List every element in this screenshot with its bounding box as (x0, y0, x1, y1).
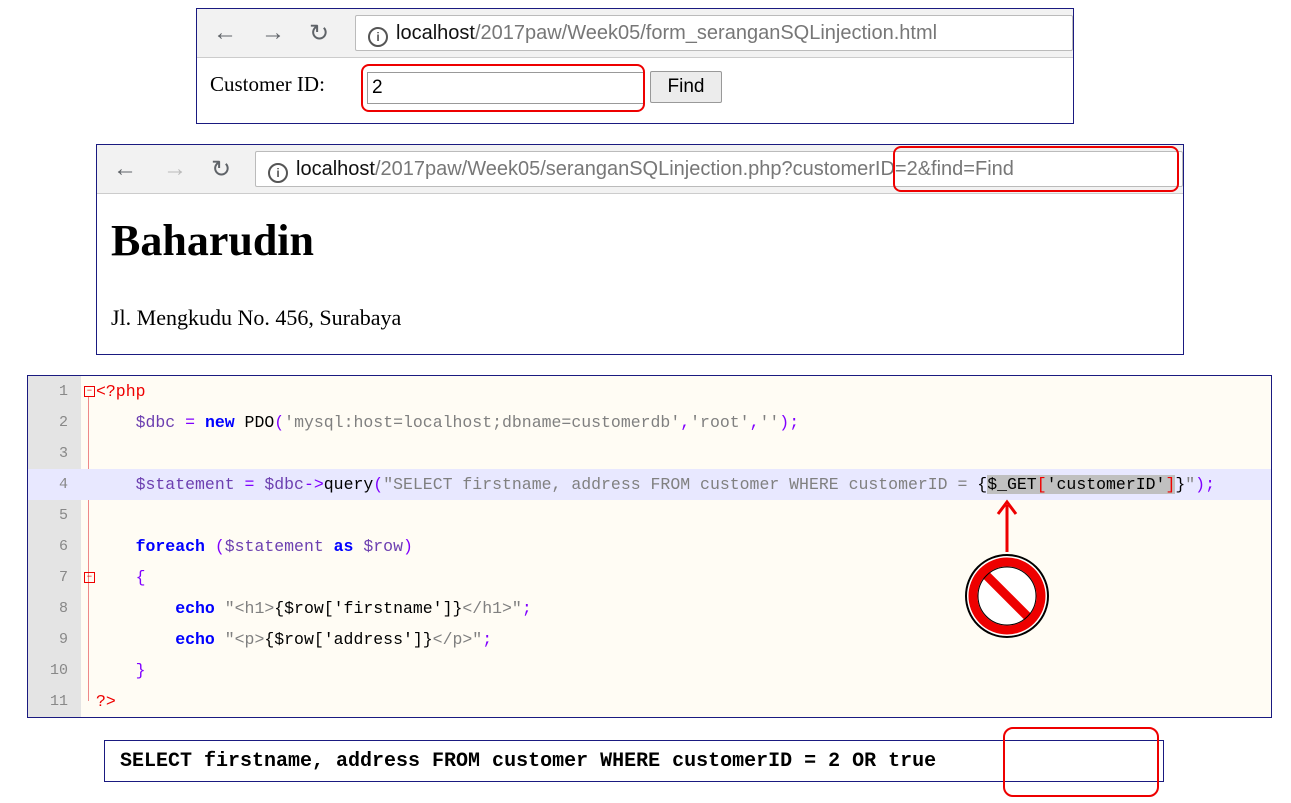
annotation-overlay (965, 499, 1049, 638)
up-arrow-icon (996, 499, 1018, 552)
sql-injected-value: 2 OR true (828, 750, 937, 773)
prohibited-icon (965, 554, 1049, 638)
sql-prefix: SELECT firstname, address FROM customer … (120, 750, 829, 773)
injection-highlight (1003, 727, 1159, 797)
